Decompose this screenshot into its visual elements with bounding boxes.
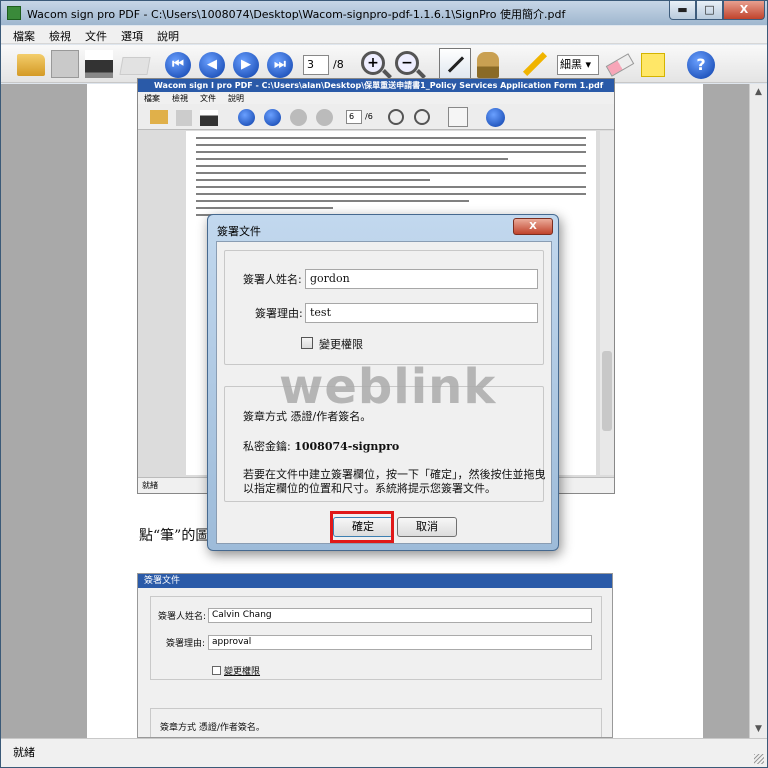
sign-pen-icon[interactable]	[439, 48, 471, 80]
inner-menu-document: 文件	[200, 94, 216, 103]
inner-prev-icon	[264, 109, 281, 126]
document-text-lines	[196, 137, 586, 221]
lower-reason-field: approval	[208, 635, 592, 650]
private-key-value: 1008074-signpro	[294, 440, 400, 453]
scroll-down-icon[interactable]: ▼	[750, 721, 767, 738]
main-window: Wacom sign pro PDF - C:\Users\1008074\De…	[0, 0, 768, 768]
pencil-icon[interactable]	[522, 51, 548, 77]
dialog-title: 簽署文件	[217, 225, 261, 238]
zoom-in-icon[interactable]: +	[361, 51, 385, 75]
reason-label: 簽署理由:	[255, 307, 303, 320]
line-width-select[interactable]: 細黑 ▾	[557, 55, 599, 75]
inner-zoom-out-icon	[414, 109, 430, 125]
resize-grip[interactable]	[754, 754, 764, 764]
inner-folder-icon	[150, 110, 168, 124]
inner-scroll-thumb	[602, 351, 612, 431]
page-total: /8	[333, 58, 344, 71]
lower-reason-label: 簽署理由:	[166, 639, 206, 649]
menu-file[interactable]: 檔案	[13, 28, 35, 44]
page-number-input[interactable]: 3	[303, 55, 329, 75]
document-caption: 點“筆”的圖	[139, 528, 210, 544]
eraser-icon[interactable]	[605, 53, 635, 77]
inner-next-icon	[290, 109, 307, 126]
menu-view[interactable]: 檢視	[49, 28, 71, 44]
first-page-button[interactable]: ⏮	[165, 52, 191, 78]
close-button[interactable]: X	[723, 1, 765, 20]
ok-highlight-box	[330, 511, 394, 543]
reason-field[interactable]: test	[305, 303, 538, 323]
signer-name-label: 簽署人姓名:	[243, 273, 302, 286]
lower-signer-label: 簽署人姓名:	[158, 612, 207, 622]
lower-method-text: 簽章方式 憑證/作者簽名。	[160, 723, 265, 733]
cancel-button[interactable]: 取消	[397, 517, 457, 537]
watermark-text: weblink	[279, 359, 497, 415]
menu-help[interactable]: 說明	[157, 28, 179, 44]
change-permission-label[interactable]: 變更權限	[319, 336, 363, 352]
inner-zoom-in-icon	[388, 109, 404, 125]
instruction-line-2: 以指定欄位的位置和尺寸。系統將提示您簽署文件。	[243, 482, 496, 495]
help-icon[interactable]: ?	[687, 51, 715, 79]
inner-page-number: 6	[346, 110, 362, 124]
inner-menu-bar: 檔案 檢視 文件 說明	[138, 92, 614, 104]
previous-page-button[interactable]: ◀	[199, 52, 225, 78]
status-text: 就緒	[13, 746, 35, 759]
lower-dialog-title: 簽署文件	[138, 574, 612, 588]
zoom-out-icon[interactable]: −	[395, 51, 419, 75]
inner-help-icon	[486, 108, 505, 127]
embedded-sign-dialog-screenshot: 簽署文件 簽署人姓名: Calvin Chang 簽署理由: approval …	[137, 573, 613, 738]
inner-menu-help: 說明	[228, 94, 244, 103]
inner-toolbar: 6 /6	[138, 104, 614, 130]
next-page-button[interactable]: ▶	[233, 52, 259, 78]
inner-last-icon	[316, 109, 333, 126]
status-bar: 就緒	[1, 738, 767, 767]
minimize-button[interactable]: ▬	[669, 1, 696, 20]
inner-print-icon	[200, 110, 218, 126]
menu-bar: 檔案 檢視 文件 選項 說明	[1, 26, 767, 44]
menu-document[interactable]: 文件	[85, 28, 107, 44]
save-icon[interactable]	[51, 50, 79, 78]
lower-permission-checkbox	[212, 666, 221, 675]
maximize-button[interactable]: □	[696, 1, 723, 20]
vertical-scrollbar[interactable]: ▲ ▼	[749, 84, 767, 738]
inner-window-title: Wacom sign I pro PDF - C:\Users\alan\Des…	[138, 79, 614, 92]
line-width-value: 細黑	[560, 58, 582, 71]
lower-signer-field: Calvin Chang	[208, 608, 592, 623]
last-page-button[interactable]: ⏭	[267, 52, 293, 78]
inner-sign-pen-icon	[448, 107, 468, 127]
inner-page-total: /6	[365, 112, 373, 121]
private-key-label: 私密金鑰:	[243, 440, 291, 453]
window-title: Wacom sign pro PDF - C:\Users\1008074\De…	[27, 8, 566, 21]
private-key-row: 私密金鑰: 1008074-signpro	[243, 438, 399, 454]
change-permission-checkbox[interactable]	[301, 337, 313, 349]
title-bar[interactable]: Wacom sign pro PDF - C:\Users\1008074\De…	[1, 1, 767, 25]
scroll-up-icon[interactable]: ▲	[750, 84, 767, 101]
sticky-note-icon[interactable]	[641, 53, 665, 77]
stamp-icon[interactable]	[477, 52, 499, 78]
inner-first-icon	[238, 109, 255, 126]
inner-scrollbar	[600, 131, 614, 475]
open-folder-icon[interactable]	[17, 54, 45, 76]
chevron-down-icon: ▾	[585, 58, 592, 71]
inner-menu-view: 檢視	[172, 94, 188, 103]
menu-options[interactable]: 選項	[121, 28, 143, 44]
print-icon[interactable]	[85, 50, 113, 78]
dialog-close-button[interactable]: X	[513, 218, 553, 235]
signer-name-field[interactable]: gordon	[305, 269, 538, 289]
inner-menu-file: 檔案	[144, 94, 160, 103]
inner-save-icon	[176, 110, 192, 126]
app-icon	[7, 6, 21, 20]
lower-permission-label: 變更權限	[224, 667, 261, 677]
email-icon[interactable]	[119, 57, 151, 75]
